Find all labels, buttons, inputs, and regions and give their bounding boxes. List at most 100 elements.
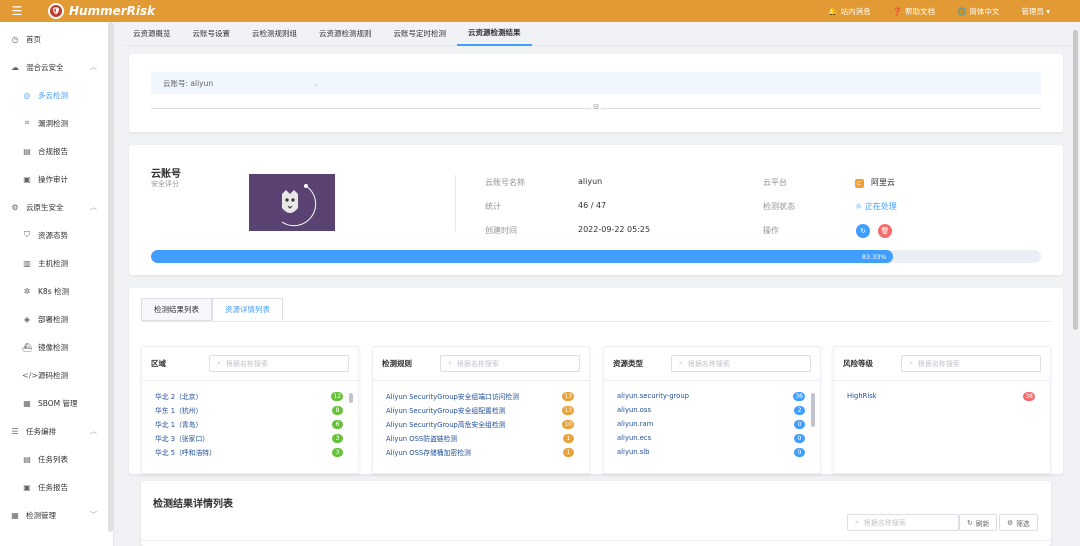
list-item[interactable]: aliyun.security-group 36: [604, 389, 822, 403]
mascot-icon: [281, 183, 317, 226]
sidebar-item-task-list[interactable]: ▤ 任务列表: [0, 445, 113, 473]
sidebar-group-tasks[interactable]: ☰ 任务编排 ︿: [0, 417, 113, 445]
search-icon: ⌕: [448, 359, 452, 367]
sidebar-item-vuln[interactable]: ⌗ 漏洞检测: [0, 109, 113, 137]
refresh-icon: ↻: [967, 518, 973, 527]
filter-card: 云账号: aliyun ⌄ ⊟: [129, 54, 1063, 132]
list-item[interactable]: 华北 3（张家口） 3: [142, 431, 360, 445]
item-name: aliyun.ecs: [617, 434, 652, 442]
list-item[interactable]: aliyun.oss 2: [604, 403, 822, 417]
rescan-button[interactable]: ↻: [856, 224, 870, 238]
list-item[interactable]: Aliyun SecurityGroup高危安全组检测 10: [373, 417, 591, 431]
messages-label: 站内消息: [840, 6, 871, 16]
sidebar-item-label: 部署检测: [38, 314, 68, 324]
list-item[interactable]: 华北 2（北京） 12: [142, 389, 360, 403]
chevron-down-icon: ▾: [1046, 6, 1050, 16]
brand-logo[interactable]: 🛡 HummerRisk: [48, 3, 155, 19]
count-badge: 10: [562, 419, 574, 429]
tab-overview[interactable]: 云资源概览: [122, 22, 182, 46]
panel-scrollbar[interactable]: [811, 393, 815, 427]
sidebar-item-task-report[interactable]: ▣ 任务报告: [0, 473, 113, 501]
top-bar: ☰ 🛡 HummerRisk 🔔 站内消息 ❓ 帮助文档 🌐 简体中文 管理员 ▾: [0, 0, 1080, 22]
filter-icon: ⚙: [1007, 518, 1014, 527]
globe-icon: 🌐: [957, 6, 967, 16]
list-item[interactable]: HighRisk 38: [834, 389, 1052, 403]
sidebar-item-compliance[interactable]: ▤ 合规报告: [0, 137, 113, 165]
code-icon: </>: [22, 370, 39, 380]
user-menu[interactable]: 管理员 ▾: [1021, 6, 1050, 17]
tab-results[interactable]: 云资源检测结果: [457, 22, 532, 46]
list-item[interactable]: Aliyun OSS防盗链检测 1: [373, 431, 591, 445]
sidebar-item-audit[interactable]: ▣ 操作审计: [0, 165, 113, 193]
sidebar-item-code[interactable]: </> 源码检测: [0, 361, 113, 389]
sidebar-group-hybrid-cloud[interactable]: ☁ 混合云安全 ︿: [0, 53, 113, 81]
account-select-value: 云账号: aliyun: [163, 78, 214, 88]
filter-label: 筛选: [1016, 519, 1030, 528]
panel-region: 区域 ⌕ 根据名称搜索 华北 2（北京） 12 华东 1（杭州） 8 华北 1（青岛）…: [141, 346, 359, 474]
list-item[interactable]: Aliyun SecurityGroup安全组端口访问检测 13: [373, 389, 591, 403]
filter-button[interactable]: ⚙ 筛选: [999, 514, 1038, 531]
mascot-image: [249, 174, 335, 231]
sidebar-item-multi-cloud[interactable]: ◎ 多云检测: [0, 81, 113, 109]
list-item[interactable]: aliyun.ram 0: [604, 417, 822, 431]
item-name: 华北 2（北京）: [155, 393, 203, 401]
sidebar: ◷ 首页 ☁ 混合云安全 ︿ ◎ 多云检测 ⌗ 漏洞检测 ▤ 合规报告 ▣ 操作审计 ⚙ 云原生…: [0, 22, 114, 546]
count-badge: 2: [794, 405, 805, 415]
list-item[interactable]: Aliyun OSS存储桶加密检测 1: [373, 445, 591, 459]
list-item[interactable]: 华东 1（杭州） 8: [142, 403, 360, 417]
messages-link[interactable]: 🔔 站内消息: [828, 6, 870, 17]
tab-result-list[interactable]: 检测结果列表: [141, 298, 212, 321]
panel-scrollbar[interactable]: [349, 393, 353, 403]
list-item[interactable]: aliyun.slb 0: [604, 445, 822, 459]
collapse-icon[interactable]: ⊟: [591, 103, 601, 113]
refresh-button[interactable]: ↻ 刷新: [959, 514, 998, 531]
tab-scheduled[interactable]: 云账号定时检测: [383, 22, 458, 46]
sidebar-item-k8s[interactable]: ✲ K8s 检测: [0, 277, 113, 305]
list-item[interactable]: 华北 1（青岛） 6: [142, 417, 360, 431]
refresh-icon: ↻: [860, 227, 866, 235]
sidebar-item-resource[interactable]: ⛉ 资源态势: [0, 221, 113, 249]
panel-search-input[interactable]: ⌕ 根据名称搜索: [209, 355, 349, 372]
list-item[interactable]: Aliyun SecurityGroup安全组配置检测 13: [373, 403, 591, 417]
count-badge: 8: [332, 405, 343, 415]
sidebar-item-sbom[interactable]: ▦ SBOM 管理: [0, 389, 113, 417]
item-name: 华北 3（张家口）: [155, 435, 210, 443]
language-switch[interactable]: 🌐 简体中文: [957, 6, 999, 17]
panel-search-input[interactable]: ⌕ 根据名称搜索: [440, 355, 580, 372]
menu-toggle-icon[interactable]: ☰: [0, 0, 34, 22]
sidebar-item-home[interactable]: ◷ 首页: [0, 25, 113, 53]
search-placeholder: 根据名称搜索: [917, 359, 960, 368]
brand-logo-icon: 🛡: [48, 3, 64, 19]
account-name-value: aliyun: [578, 177, 603, 186]
account-select[interactable]: 云账号: aliyun ⌄: [151, 72, 1041, 94]
panel-search-input[interactable]: ⌕ 根据名称搜索: [901, 355, 1041, 372]
list-item[interactable]: aliyun.ecs 0: [604, 431, 822, 445]
chevron-up-icon: ︿: [90, 203, 97, 211]
tab-account-settings[interactable]: 云账号设置: [182, 22, 242, 46]
detail-search-input[interactable]: ⌕ 根据名称搜索: [847, 514, 959, 531]
panel-title: 资源类型: [613, 359, 643, 368]
delete-button[interactable]: 🗑: [878, 224, 892, 238]
sidebar-item-label: 漏洞检测: [38, 118, 68, 128]
panel-search-input[interactable]: ⌕ 根据名称搜索: [671, 355, 811, 372]
tab-rule-groups[interactable]: 云检测规则组: [241, 22, 308, 46]
sidebar-item-label: 混合云安全: [26, 62, 64, 72]
sidebar-group-cloud-native[interactable]: ⚙ 云原生安全 ︿: [0, 193, 113, 221]
sidebar-item-deploy[interactable]: ◈ 部署检测: [0, 305, 113, 333]
main-scrollbar[interactable]: [1073, 30, 1078, 330]
list-item[interactable]: 华北 5（呼和浩特） 3: [142, 445, 360, 459]
tab-resource-detail[interactable]: 资源详情列表: [212, 298, 283, 321]
help-link[interactable]: ❓ 帮助文档: [893, 6, 935, 17]
sidebar-scrollbar[interactable]: [108, 22, 113, 532]
stats-value: 46 / 47: [578, 201, 607, 210]
search-placeholder: 根据名称搜索: [687, 359, 730, 368]
sidebar-item-image[interactable]: ⛴ 镜像检测: [0, 333, 113, 361]
trash-icon: 🗑: [880, 227, 890, 235]
cloud-icon: ☁: [11, 62, 19, 72]
sidebar-item-host[interactable]: ▥ 主机检测: [0, 249, 113, 277]
item-name: Aliyun SecurityGroup安全组配置检测: [386, 407, 506, 415]
tab-rules[interactable]: 云资源检测规则: [308, 22, 383, 46]
server-icon: ▥: [23, 258, 31, 268]
sidebar-group-detect-mgmt[interactable]: ▦ 检测管理 ﹀: [0, 501, 113, 529]
panel-list: HighRisk 38: [834, 389, 1052, 403]
